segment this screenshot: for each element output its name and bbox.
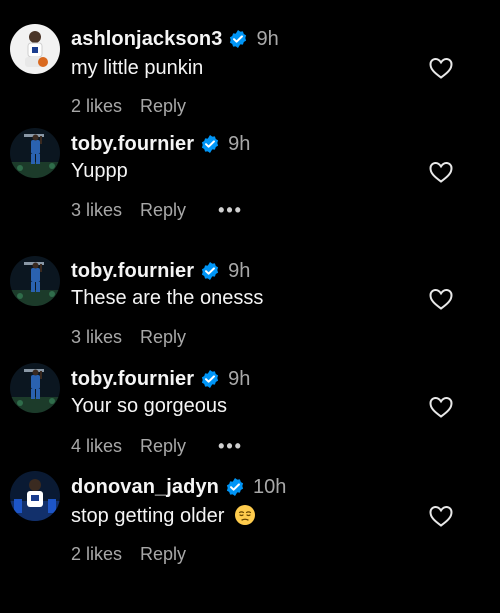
username-line: toby.fournier 9h [71, 256, 250, 286]
likes-count[interactable]: 4 likes [71, 436, 122, 457]
more-options-icon[interactable]: ••• [218, 201, 243, 219]
like-heart-icon[interactable] [428, 56, 454, 80]
comment-meta: 2 likes Reply [71, 94, 186, 118]
dunk-avatar-icon [10, 256, 60, 306]
more-options-icon[interactable]: ••• [218, 437, 243, 455]
reply-button[interactable]: Reply [140, 96, 186, 117]
comment-meta: 4 likes Reply ••• [71, 434, 243, 458]
pensive-face-icon [235, 505, 255, 525]
likes-count[interactable]: 3 likes [71, 327, 122, 348]
username[interactable]: toby.fournier [71, 368, 194, 391]
comment-time: 9h [228, 132, 251, 155]
dunk-avatar-icon [10, 363, 60, 413]
username-line: donovan_jadyn 10h [71, 472, 286, 502]
username[interactable]: ashlonjackson3 [71, 28, 222, 51]
comment-text: my little punkin [71, 57, 204, 79]
verified-badge-icon [226, 478, 244, 496]
dunk-avatar-icon [10, 128, 60, 178]
comment-time: 9h [256, 27, 279, 50]
username-line: toby.fournier 9h [71, 129, 250, 159]
comment-meta: 3 likes Reply ••• [71, 198, 243, 222]
username-line: ashlonjackson3 9h [71, 24, 279, 54]
reply-button[interactable]: Reply [140, 544, 186, 565]
reply-button[interactable]: Reply [140, 327, 186, 348]
likes-count[interactable]: 3 likes [71, 200, 122, 221]
likes-count[interactable]: 2 likes [71, 96, 122, 117]
comment-text: stop getting older [71, 502, 256, 530]
player-avatar-blue-icon [10, 471, 60, 521]
verified-badge-icon [202, 262, 219, 280]
like-heart-icon[interactable] [428, 160, 454, 184]
reply-button[interactable]: Reply [140, 436, 186, 457]
comment-text: Yuppp [71, 160, 128, 182]
avatar[interactable] [10, 24, 60, 74]
avatar[interactable] [10, 256, 60, 306]
comment-time: 10h [253, 475, 287, 498]
avatar[interactable] [10, 471, 60, 521]
avatar[interactable] [10, 128, 60, 178]
username-line: toby.fournier 9h [71, 364, 250, 394]
username[interactable]: toby.fournier [71, 260, 194, 283]
like-heart-icon[interactable] [428, 395, 454, 419]
username[interactable]: donovan_jadyn [71, 476, 219, 499]
like-heart-icon[interactable] [428, 287, 454, 311]
verified-badge-icon [202, 370, 219, 388]
verified-badge-icon [230, 30, 247, 48]
likes-count[interactable]: 2 likes [71, 544, 122, 565]
comment-time: 9h [228, 259, 251, 282]
comment-meta: 3 likes Reply [71, 325, 186, 349]
avatar[interactable] [10, 363, 60, 413]
comment-text: Your so gorgeous [71, 395, 228, 417]
verified-badge-icon [202, 135, 219, 153]
player-avatar-icon [10, 24, 60, 74]
comment-text: These are the onesss [71, 287, 264, 309]
comment-meta: 2 likes Reply [71, 542, 186, 566]
username[interactable]: toby.fournier [71, 133, 194, 156]
comment-text-content: stop getting older [71, 505, 225, 527]
comment-time: 9h [228, 367, 251, 390]
reply-button[interactable]: Reply [140, 200, 186, 221]
like-heart-icon[interactable] [428, 504, 454, 528]
